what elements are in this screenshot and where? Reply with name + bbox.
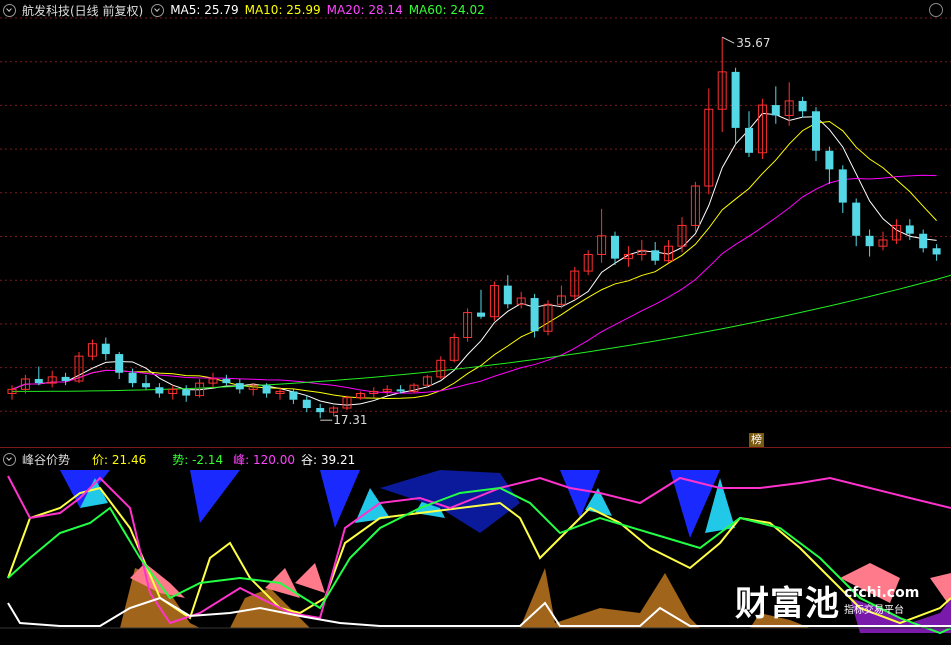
candle-down (503, 285, 512, 305)
candle-down (316, 408, 325, 413)
ma20-line (11, 174, 937, 394)
watermark-brand: 财富池 (735, 584, 840, 624)
candle-down (222, 378, 231, 384)
candle-down (155, 387, 164, 394)
candle-down (289, 391, 298, 400)
candle-down (611, 235, 619, 259)
ma10-line (11, 120, 937, 399)
low-price-label: 17.31 (333, 413, 367, 427)
candle-down (838, 169, 847, 203)
candle-down (396, 389, 405, 392)
price-chart[interactable]: 35.67 17.31 (0, 0, 951, 447)
watermark-tagline: 指标交易平台 (844, 605, 904, 616)
candle-down (651, 250, 660, 261)
candle-down (235, 383, 244, 390)
candle-down (812, 111, 820, 151)
candle-down (182, 389, 191, 396)
candle-down (932, 248, 941, 255)
candle-down (115, 354, 124, 373)
candle-down (852, 202, 861, 236)
candle-down (905, 225, 914, 234)
candle-down (142, 383, 150, 388)
ma5-line (11, 112, 937, 406)
navy-area (380, 470, 520, 533)
candle-down (745, 127, 753, 153)
rank-badge[interactable]: 榜 (749, 433, 764, 447)
candle-down (825, 150, 834, 170)
candle-down (302, 399, 311, 409)
candle-down (128, 372, 137, 384)
candle-down (771, 105, 780, 116)
candle-down (731, 71, 740, 128)
candle-down (798, 100, 807, 112)
candle-down (530, 298, 539, 332)
watermark: 财富池 cfchi.com 指标交易平台 (735, 576, 919, 625)
candle-down (101, 343, 110, 355)
candle-down (919, 233, 928, 249)
high-price-label: 35.67 (736, 36, 770, 50)
candle-down (477, 312, 485, 317)
candle-down (262, 385, 271, 394)
candle-down (61, 376, 70, 382)
watermark-site: cfchi.com (844, 585, 920, 601)
high-pointer (721, 36, 735, 44)
candle-down (34, 378, 43, 384)
candle-down (865, 235, 874, 247)
